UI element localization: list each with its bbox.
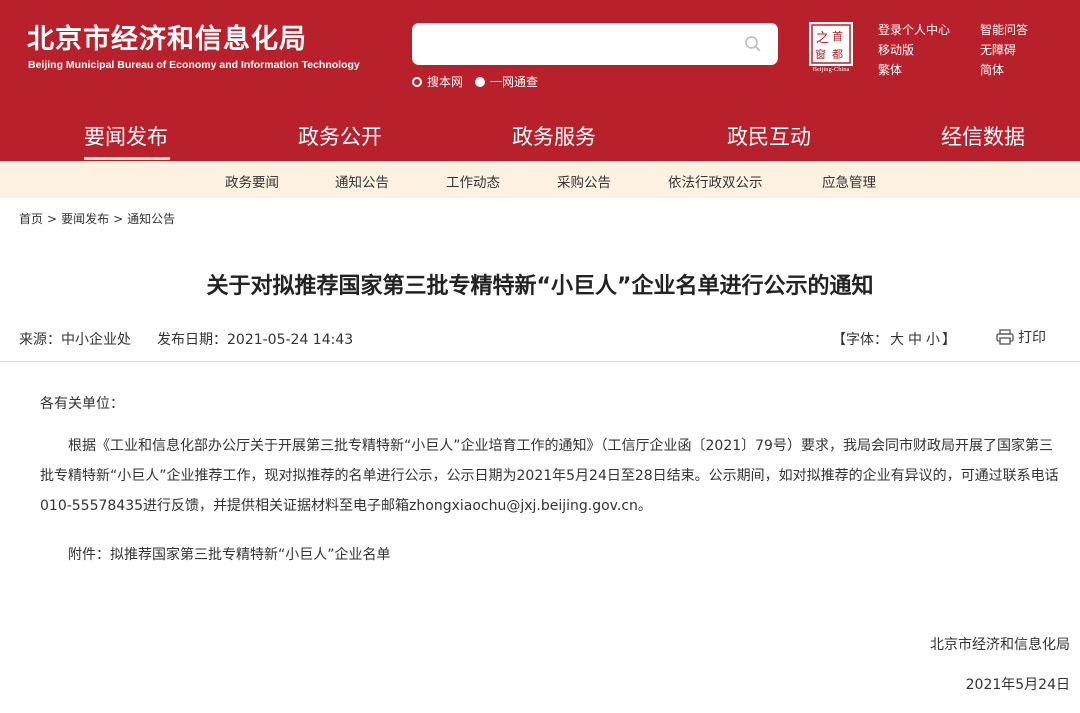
source-label: 来源： bbox=[19, 332, 61, 348]
article-meta: 来源：中小企业处 发布日期：2021-05-24 14:43 bbox=[19, 329, 353, 349]
breadcrumb: 首页 > 要闻发布 > 通知公告 bbox=[19, 210, 175, 227]
print-label: 打印 bbox=[1018, 330, 1046, 346]
publish-time: 2021-05-24 14:43 bbox=[227, 332, 354, 348]
svg-text:之: 之 bbox=[816, 31, 829, 46]
simplified-link[interactable]: 简体 bbox=[980, 60, 1028, 80]
seal-caption: Beijing-China bbox=[812, 66, 850, 73]
breadcrumb-notices[interactable]: 通知公告 bbox=[127, 212, 175, 226]
source-value: 中小企业处 bbox=[61, 332, 131, 348]
mobile-link[interactable]: 移动版 bbox=[878, 40, 950, 60]
nav-active-indicator bbox=[84, 157, 170, 160]
traditional-link[interactable]: 繁体 bbox=[878, 60, 950, 80]
article-body: 根据《工业和信息化部办公厅关于开展第三批专精特新“小巨人”企业培育工作的通知》（… bbox=[40, 438, 1059, 514]
print-button[interactable]: 打印 bbox=[996, 327, 1046, 347]
nav-data[interactable]: 经信数据 bbox=[941, 121, 1025, 151]
font-size-switch: 【字体：大中小】 bbox=[832, 329, 956, 349]
sub-nav: 政务要闻 通知公告 工作动态 采购公告 依法行政双公示 应急管理 bbox=[0, 161, 1080, 198]
scope-this-site[interactable]: 搜本网 bbox=[412, 73, 463, 90]
top-links-col1: 登录个人中心 移动版 繁体 bbox=[878, 20, 950, 80]
site-logo-title[interactable]: 北京市经济和信息化局 bbox=[27, 17, 307, 56]
site-logo-subtitle: Beijing Municipal Bureau of Economy and … bbox=[28, 59, 360, 71]
capital-seal-icon: 之 首 窗 都 bbox=[809, 22, 853, 66]
page-title: 关于对拟推荐国家第三批专精特新“小巨人”企业名单进行公示的通知 bbox=[206, 274, 874, 299]
breadcrumb-separator: > bbox=[47, 212, 58, 226]
subnav-law-publicity[interactable]: 依法行政双公示 bbox=[668, 171, 763, 191]
svg-text:首: 首 bbox=[832, 29, 843, 43]
site-header: 北京市经济和信息化局 Beijing Municipal Bureau of E… bbox=[0, 0, 1080, 107]
salutation: 各有关单位： bbox=[40, 396, 124, 412]
breadcrumb-separator: > bbox=[113, 212, 124, 226]
scope-label: 一网通查 bbox=[490, 75, 539, 89]
subnav-gov-news[interactable]: 政务要闻 bbox=[225, 171, 279, 191]
subnav-notices[interactable]: 通知公告 bbox=[335, 171, 389, 191]
attachment-link[interactable]: 附件：拟推荐国家第三批专精特新“小巨人”企业名单 bbox=[40, 544, 1062, 564]
sign-date: 2021年5月24日 bbox=[965, 677, 1070, 693]
top-links-col2: 智能问答 无障碍 简体 bbox=[980, 20, 1028, 80]
login-link[interactable]: 登录个人中心 bbox=[878, 20, 950, 40]
date-label: 发布日期： bbox=[157, 332, 227, 348]
nav-news[interactable]: 要闻发布 bbox=[84, 121, 168, 151]
font-label-open: 【字体： bbox=[832, 332, 888, 348]
font-size-medium[interactable]: 中 bbox=[908, 332, 922, 348]
svg-text:窗: 窗 bbox=[815, 47, 826, 61]
search-icon[interactable] bbox=[744, 35, 762, 53]
font-label-close: 】 bbox=[942, 332, 956, 348]
printer-icon bbox=[996, 329, 1014, 345]
scope-all-gov[interactable]: 一网通查 bbox=[475, 73, 538, 90]
scope-label: 搜本网 bbox=[427, 75, 464, 89]
radio-checked-icon[interactable] bbox=[475, 76, 486, 87]
accessibility-link[interactable]: 无障碍 bbox=[980, 40, 1028, 60]
smart-qa-link[interactable]: 智能问答 bbox=[980, 20, 1028, 40]
main-nav: 要闻发布 政务公开 政务服务 政民互动 经信数据 bbox=[0, 107, 1080, 161]
font-size-small[interactable]: 小 bbox=[926, 332, 940, 348]
search-scope: 搜本网 一网通查 bbox=[412, 73, 550, 90]
breadcrumb-news[interactable]: 要闻发布 bbox=[61, 212, 109, 226]
subnav-emergency[interactable]: 应急管理 bbox=[822, 171, 876, 191]
nav-interaction[interactable]: 政民互动 bbox=[727, 121, 811, 151]
divider bbox=[0, 361, 1080, 362]
svg-text:都: 都 bbox=[832, 48, 843, 61]
subnav-procurement[interactable]: 采购公告 bbox=[557, 171, 611, 191]
nav-gov-open[interactable]: 政务公开 bbox=[298, 121, 382, 151]
font-size-large[interactable]: 大 bbox=[890, 332, 904, 348]
nav-gov-service[interactable]: 政务服务 bbox=[512, 121, 596, 151]
radio-unchecked-icon[interactable] bbox=[412, 76, 422, 87]
breadcrumb-home[interactable]: 首页 bbox=[19, 212, 43, 226]
search-input[interactable] bbox=[412, 23, 778, 65]
subnav-work-updates[interactable]: 工作动态 bbox=[446, 171, 500, 191]
signature: 北京市经济和信息化局 bbox=[930, 637, 1070, 653]
